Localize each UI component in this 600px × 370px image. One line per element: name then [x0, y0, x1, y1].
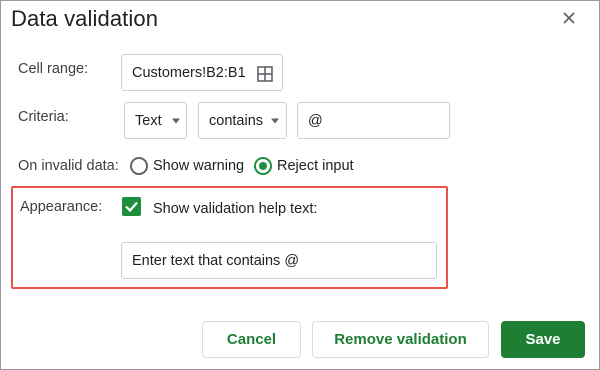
criteria-condition-select[interactable]: contains [198, 102, 287, 139]
appearance-label: Appearance: [20, 199, 103, 215]
cell-range-value: Customers!B2:B1 [132, 64, 246, 81]
cell-range-label: Cell range: [18, 61, 89, 77]
dialog-title: Data validation [11, 6, 159, 31]
data-validation-dialog: Data validation Cell range: Customers!B2… [0, 0, 600, 370]
help-text-input[interactable]: Enter text that contains @ [121, 242, 437, 279]
reject-input-radio[interactable] [254, 157, 272, 175]
invalid-data-label: On invalid data: [18, 158, 119, 174]
save-button[interactable]: Save [501, 321, 585, 358]
show-help-text-label: Show validation help text: [153, 201, 318, 217]
remove-validation-button[interactable]: Remove validation [312, 321, 489, 358]
checkmark-icon [125, 201, 138, 213]
criteria-label: Criteria: [18, 109, 69, 125]
reject-input-label: Reject input [277, 158, 354, 174]
chevron-down-icon [271, 118, 279, 123]
show-warning-radio[interactable] [130, 157, 148, 175]
criteria-condition-value: contains [209, 112, 264, 129]
criteria-type-select[interactable]: Text [124, 102, 187, 139]
show-warning-label: Show warning [153, 158, 245, 174]
cancel-button[interactable]: Cancel [202, 321, 301, 358]
help-text-value: Enter text that contains @ [132, 252, 300, 269]
grid-icon[interactable] [257, 66, 273, 82]
criteria-text-input[interactable]: @ [297, 102, 450, 139]
show-help-text-checkbox[interactable] [122, 197, 141, 216]
criteria-text-value: @ [308, 112, 323, 129]
cell-range-input[interactable]: Customers!B2:B1 [121, 54, 283, 91]
criteria-type-value: Text [135, 112, 162, 129]
close-icon[interactable] [559, 8, 579, 28]
chevron-down-icon [172, 118, 180, 123]
